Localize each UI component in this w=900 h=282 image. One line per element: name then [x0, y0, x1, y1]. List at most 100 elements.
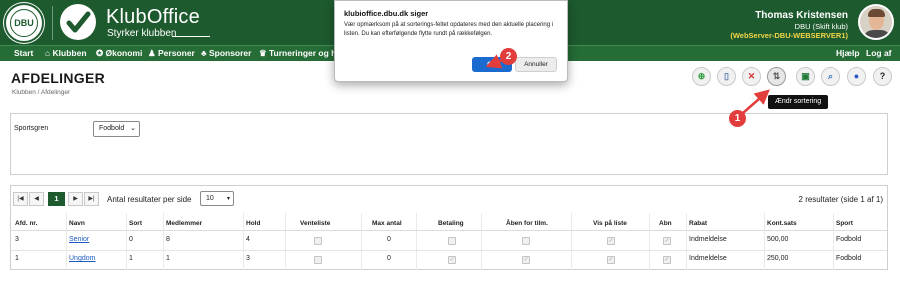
delete-icon: ✕: [747, 71, 756, 81]
department-link[interactable]: Ungdom: [69, 255, 95, 262]
cell-sport: Fodbold: [836, 236, 862, 243]
person-icon: ♟: [148, 48, 156, 58]
cell-hold: 3: [246, 255, 250, 262]
header-vis-paa-liste[interactable]: Vis på liste: [593, 220, 627, 227]
header-navn[interactable]: Navn: [69, 220, 85, 227]
user-name: Thomas Kristensen: [755, 10, 848, 21]
header-hold[interactable]: Hold: [246, 220, 260, 227]
header-kont-sats[interactable]: Kont.sats: [767, 220, 797, 227]
header-sort[interactable]: Sort: [129, 220, 142, 227]
document-icon: ▯: [724, 71, 729, 81]
cell-sort: 0: [129, 236, 133, 243]
add-button[interactable]: ⊕: [692, 67, 711, 86]
dbu-seal-logo: DBU: [4, 3, 44, 43]
help-button[interactable]: ?: [873, 67, 892, 86]
results-summary: 2 resultater (side 1 af 1): [798, 195, 883, 204]
sport-select-value: Fodbold: [99, 125, 125, 132]
change-sort-button[interactable]: ⇅: [767, 67, 786, 86]
cell-rabat: Indmeldelse: [689, 255, 727, 262]
cell-max-antal: 0: [387, 255, 391, 262]
avatar[interactable]: [858, 4, 894, 40]
cell-hold: 4: [246, 236, 250, 243]
page-number-button[interactable]: 1: [48, 192, 65, 206]
info-icon: ●: [853, 71, 860, 81]
brand-name[interactable]: KlubOffice: [106, 6, 200, 29]
betaling-checkbox: ✓: [448, 256, 456, 264]
cell-navn: Senior: [69, 236, 89, 243]
nav-okonomi-label: Økonomi: [105, 48, 143, 58]
nav-klubben[interactable]: ⌂ Klubben: [45, 48, 87, 58]
cell-sort: 1: [129, 255, 133, 262]
nav-personer[interactable]: ♟ Personer: [148, 48, 195, 59]
server-label: (WebServer-DBU-WEBSERVER1): [730, 31, 848, 40]
column-divider: [163, 213, 164, 270]
chevron-down-icon: ⌄: [130, 125, 136, 132]
nav-help[interactable]: Hjælp: [836, 48, 860, 58]
last-page-button[interactable]: ▶|: [84, 192, 99, 206]
cell-afd-nr: 1: [15, 255, 19, 262]
per-page-value: 10: [206, 195, 214, 202]
annotation-marker-2: 2: [500, 48, 517, 65]
nav-turneringer-label: Turneringer og hol: [269, 48, 344, 58]
excel-export-button[interactable]: ▣: [796, 67, 815, 86]
delete-button[interactable]: ✕: [742, 67, 761, 86]
info-button[interactable]: ●: [847, 67, 866, 86]
brand-tagline: Styrker klubben: [107, 28, 177, 39]
question-icon: ?: [879, 71, 886, 81]
results-grid: |◀ ◀ 1 ▶ ▶| Antal resultater per side 10…: [10, 185, 888, 270]
sort-icon: ⇅: [772, 71, 781, 81]
cell-kont-sats: 500,00: [767, 236, 789, 243]
header-betaling[interactable]: Betaling: [438, 220, 464, 227]
new-document-button[interactable]: ▯: [717, 67, 736, 86]
excel-icon: ▣: [801, 71, 810, 81]
column-divider: [571, 213, 572, 270]
header-max-antal[interactable]: Max antal: [372, 220, 402, 227]
department-link[interactable]: Senior: [69, 236, 89, 243]
dialog-cancel-button[interactable]: Annuller: [515, 57, 557, 72]
nav-turneringer[interactable]: ♛ Turneringer og hol: [259, 48, 344, 59]
abn-checkbox: ✓: [663, 237, 671, 245]
column-divider: [243, 213, 244, 270]
cell-afd-nr: 3: [15, 236, 19, 243]
header-aaben-for-tilm[interactable]: Åben for tilm.: [506, 220, 548, 227]
nav-start[interactable]: Start: [14, 48, 33, 58]
next-page-button[interactable]: ▶: [68, 192, 83, 206]
search-button[interactable]: ⌕: [821, 67, 840, 86]
breadcrumb[interactable]: Klubben / Afdelinger: [12, 89, 70, 96]
first-page-button[interactable]: |◀: [13, 192, 28, 206]
header-medlemmer[interactable]: Medlemmer: [166, 220, 202, 227]
header-sport[interactable]: Sport: [836, 220, 853, 227]
prev-page-icon: ◀: [34, 196, 39, 202]
column-divider: [833, 213, 834, 270]
header-rabat[interactable]: Rabat: [689, 220, 707, 227]
header-afd-nr[interactable]: Afd. nr.: [15, 220, 37, 227]
tagline-underline: [172, 36, 210, 37]
filter-panel: Sportsgren Fodbold ⌄: [10, 113, 888, 175]
vis-paa-liste-checkbox: ✓: [607, 237, 615, 245]
venteliste-checkbox: [314, 256, 322, 264]
trophy-icon: ♛: [259, 48, 267, 58]
per-page-label: Antal resultater per side: [107, 195, 192, 204]
abn-checkbox: ✓: [663, 256, 671, 264]
first-page-icon: |◀: [17, 196, 24, 202]
per-page-select[interactable]: 10 ▾: [200, 191, 234, 206]
nav-logout[interactable]: Log af: [866, 48, 892, 58]
header-venteliste[interactable]: Venteliste: [300, 220, 330, 227]
last-page-icon: ▶|: [88, 196, 95, 202]
kluboffice-logo-icon[interactable]: [60, 4, 96, 40]
header-abn[interactable]: Abn: [659, 220, 672, 227]
nav-okonomi[interactable]: ✪ Økonomi: [96, 48, 142, 59]
add-icon: ⊕: [697, 71, 706, 81]
column-divider: [361, 213, 362, 270]
seal-text: DBU: [14, 18, 34, 28]
nav-sponsorer[interactable]: ♣ Sponsorer: [201, 48, 251, 58]
sponsor-icon: ♣: [201, 48, 207, 58]
prev-page-button[interactable]: ◀: [29, 192, 44, 206]
dialog-title: klubioffice.dbu.dk siger: [344, 9, 429, 18]
column-divider: [285, 213, 286, 270]
switch-club-link[interactable]: DBU (Skift klub): [795, 22, 848, 31]
header-separator: [11, 230, 887, 231]
sport-select[interactable]: Fodbold ⌄: [93, 121, 140, 137]
annotation-marker-1: 1: [729, 110, 746, 127]
row-separator: [11, 250, 887, 251]
